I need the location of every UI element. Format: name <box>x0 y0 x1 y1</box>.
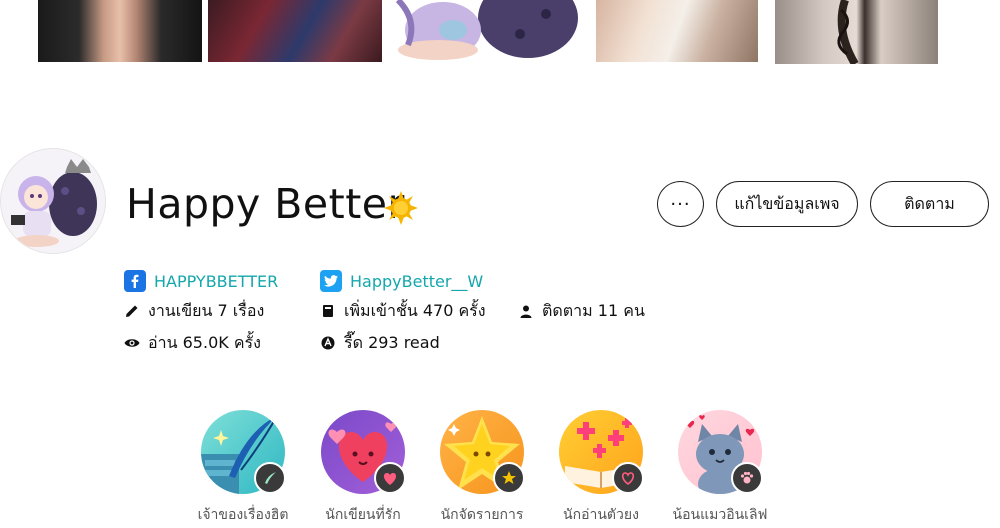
avatar[interactable] <box>0 148 106 254</box>
reads-count: อ่าน 65.0K ครั้ง <box>124 332 261 354</box>
twitter-link[interactable]: HappyBetter__W <box>320 269 483 293</box>
eye-icon <box>124 335 140 351</box>
cover-image-strip <box>0 0 1000 64</box>
verified-badge-icon <box>382 189 420 227</box>
book-icon <box>320 303 336 319</box>
pencil-icon <box>124 303 140 319</box>
reads-count-text: อ่าน 65.0K ครั้ง <box>148 332 261 352</box>
twitter-handle: HappyBetter__W <box>350 271 484 291</box>
badge-label: เจ้าของเรื่องฮิต <box>197 507 289 523</box>
facebook-icon <box>124 270 146 292</box>
twitter-icon <box>320 270 342 292</box>
badge-cat-in-love[interactable]: น้อนแมวอินเลิฟ <box>657 410 783 526</box>
badge-host[interactable]: นักจัดรายการ <box>419 410 545 526</box>
star-mini-icon <box>493 462 525 494</box>
edit-page-button[interactable]: แก้ไขข้อมูลเพจ <box>716 181 858 227</box>
facebook-link[interactable]: HAPPYBBETTER <box>124 269 278 293</box>
cover-image[interactable] <box>388 0 580 62</box>
follow-button[interactable]: ติดตาม <box>870 181 989 227</box>
cover-image[interactable] <box>596 0 758 62</box>
shelf-count: เพิ่มเข้าชั้น 470 ครั้ง <box>320 300 486 322</box>
paw-mini-icon <box>731 462 763 494</box>
cheer-icon <box>320 335 336 351</box>
badge-avid-reader[interactable]: นักอ่านตัวยง <box>538 410 664 526</box>
badge-label: นักจัดรายการ <box>440 507 524 523</box>
quill-mini-icon <box>254 462 286 494</box>
works-count-text: งานเขียน 7 เรื่อง <box>148 300 265 320</box>
facebook-handle: HAPPYBBETTER <box>154 271 279 291</box>
page-title: Happy Better <box>126 180 405 228</box>
heart-mini-icon <box>374 462 406 494</box>
cover-image[interactable] <box>38 0 202 62</box>
book-mini-icon <box>612 462 644 494</box>
cover-image[interactable] <box>775 0 938 64</box>
followers-count-text: ติดตาม 11 คน <box>542 300 645 320</box>
badge-beloved-writer[interactable]: นักเขียนที่รัก <box>300 410 426 526</box>
shelf-count-text: เพิ่มเข้าชั้น 470 ครั้ง <box>344 300 486 320</box>
cover-image[interactable] <box>208 0 382 62</box>
more-options-button[interactable]: ··· <box>657 181 704 227</box>
badge-label: นักอ่านตัวยง <box>563 507 639 523</box>
badge-label: นักเขียนที่รัก <box>325 507 401 523</box>
cheers-count-text: รี๊ด 293 read <box>344 332 440 352</box>
badge-hit-story-owner[interactable]: เจ้าของเรื่องฮิต <box>180 410 306 526</box>
cheers-count: รี๊ด 293 read <box>320 332 440 354</box>
badge-label: น้อนแมวอินเลิฟ <box>672 507 768 523</box>
person-icon <box>518 303 534 319</box>
works-count: งานเขียน 7 เรื่อง <box>124 300 264 322</box>
followers-count: ติดตาม 11 คน <box>518 300 645 322</box>
